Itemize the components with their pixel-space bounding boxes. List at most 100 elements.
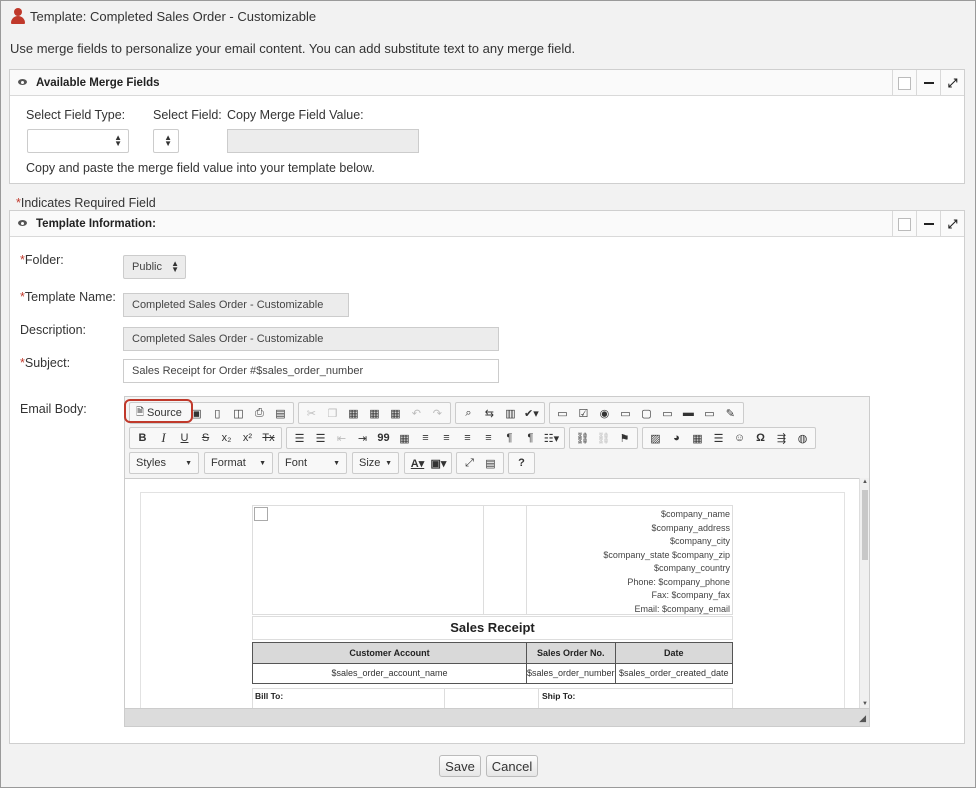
eye-icon[interactable] <box>18 220 28 227</box>
checkbox-button[interactable] <box>892 211 916 237</box>
outdent-icon[interactable]: ⇤ <box>331 428 352 448</box>
remove-format-button[interactable]: Tx <box>258 428 279 448</box>
undo-icon[interactable]: ↶ <box>406 403 427 423</box>
strike-button[interactable]: S <box>195 428 216 448</box>
table-cell: $sales_order_account_name <box>252 662 527 684</box>
smiley-icon[interactable]: ☺ <box>729 428 750 448</box>
bulleted-list-icon[interactable]: ☰ <box>310 428 331 448</box>
format-combo[interactable]: Format ▼ <box>204 452 273 474</box>
italic-button[interactable]: I <box>153 428 174 448</box>
size-combo[interactable]: Size ▼ <box>352 452 399 474</box>
save-button[interactable]: Save <box>439 755 481 777</box>
copy-value-field[interactable] <box>227 129 419 153</box>
anchor-flag-icon[interactable]: ⚑ <box>614 428 635 448</box>
select-field-icon[interactable]: ▭ <box>657 403 678 423</box>
user-icon <box>10 8 26 24</box>
print-icon[interactable]: ⎙ <box>249 403 270 423</box>
rtl-icon[interactable]: ¶ <box>520 428 541 448</box>
checkbox-icon[interactable]: ☑ <box>573 403 594 423</box>
hidden-field-icon[interactable]: ✎ <box>720 403 741 423</box>
source-highlight <box>124 399 193 423</box>
template-name-input[interactable]: Completed Sales Order - Customizable <box>123 293 349 317</box>
merge-fields-panel: Available Merge Fields ⤢ Select Field Ty… <box>9 69 965 184</box>
unlink-icon[interactable]: ⛓ <box>593 428 614 448</box>
cancel-button[interactable]: Cancel <box>486 755 538 777</box>
templates-icon[interactable]: ▤ <box>270 403 291 423</box>
justify-icon[interactable]: ≡ <box>478 428 499 448</box>
collapse-button[interactable] <box>916 211 940 237</box>
horizontal-line-icon[interactable]: ☰ <box>708 428 729 448</box>
redo-icon[interactable]: ↷ <box>427 403 448 423</box>
blockquote-button[interactable]: 99 <box>373 428 394 448</box>
radio-icon[interactable]: ◉ <box>594 403 615 423</box>
eye-icon[interactable] <box>18 79 28 86</box>
editor-content[interactable]: $company_name $company_address $company_… <box>125 478 861 708</box>
styles-combo[interactable]: Styles ▼ <box>129 452 199 474</box>
merge-fields-panel-header: Available Merge Fields ⤢ <box>10 70 964 96</box>
copy-icon[interactable]: ❐ <box>322 403 343 423</box>
select-all-icon[interactable]: ▥ <box>500 403 521 423</box>
dropdown-arrow-icon: ▼ <box>185 459 192 467</box>
folder-select[interactable]: Public ▲ ▼ <box>123 255 186 279</box>
order-table: Customer Account Sales Order No. Date $s… <box>252 642 734 684</box>
link-icon[interactable]: ⛓ <box>572 428 593 448</box>
merge-fields-title: Available Merge Fields <box>36 76 160 89</box>
show-blocks-icon[interactable]: ▤ <box>480 453 501 473</box>
template-name-label: *Template Name: <box>20 290 116 304</box>
spellcheck-icon[interactable]: ✔▾ <box>521 403 542 423</box>
preview-icon[interactable]: ◫ <box>228 403 249 423</box>
language-icon[interactable]: ☷▾ <box>541 428 562 448</box>
align-right-icon[interactable]: ≡ <box>457 428 478 448</box>
editor-scrollbar[interactable]: ▲ ▼ <box>859 478 869 708</box>
maximize-icon[interactable]: ⤢ <box>459 453 480 473</box>
textarea-icon[interactable]: ▢ <box>636 403 657 423</box>
page-break-icon[interactable]: ⇶ <box>771 428 792 448</box>
text-color-icon[interactable]: A▾ <box>407 453 428 473</box>
button-icon[interactable]: ▬ <box>678 403 699 423</box>
underline-button[interactable]: U <box>174 428 195 448</box>
field-select[interactable]: ▲ ▼ <box>153 129 179 153</box>
table-cell: $sales_order_created_date <box>614 662 734 684</box>
replace-icon[interactable]: ⇆ <box>479 403 500 423</box>
align-left-icon[interactable]: ≡ <box>415 428 436 448</box>
special-char-button[interactable]: Ω <box>750 428 771 448</box>
new-page-icon[interactable]: ▯ <box>207 403 228 423</box>
collapse-button[interactable] <box>916 70 940 96</box>
bold-button[interactable]: B <box>132 428 153 448</box>
iframe-icon[interactable]: ◍ <box>792 428 813 448</box>
subscript-button[interactable]: x₂ <box>216 428 237 448</box>
find-icon[interactable]: ⌕ <box>458 403 479 423</box>
numbered-list-icon[interactable]: ☰ <box>289 428 310 448</box>
company-line: Phone: $company_phone <box>627 576 730 587</box>
paste-word-icon[interactable]: ▦ <box>385 403 406 423</box>
table-icon[interactable]: ▦ <box>687 428 708 448</box>
expand-button[interactable]: ⤢ <box>940 70 964 96</box>
form-icon[interactable]: ▭ <box>552 403 573 423</box>
superscript-button[interactable]: x² <box>237 428 258 448</box>
description-input[interactable]: Completed Sales Order - Customizable <box>123 327 499 351</box>
help-button[interactable]: ? <box>511 453 532 473</box>
paste-icon[interactable]: ▦ <box>343 403 364 423</box>
subject-label: *Subject: <box>20 356 71 370</box>
textfield-icon[interactable]: ▭ <box>615 403 636 423</box>
cut-icon[interactable]: ✂ <box>301 403 322 423</box>
image-icon[interactable]: ▨ <box>645 428 666 448</box>
subject-input[interactable]: Sales Receipt for Order #$sales_order_nu… <box>123 359 499 383</box>
expand-button[interactable]: ⤢ <box>940 211 964 237</box>
select-arrows-icon: ▲ ▼ <box>171 259 179 274</box>
company-line: $company_state $company_zip <box>603 549 730 560</box>
scroll-thumb[interactable] <box>862 490 868 560</box>
flash-icon[interactable]: ◕ <box>666 428 687 448</box>
indent-icon[interactable]: ⇥ <box>352 428 373 448</box>
company-line: Fax: $company_fax <box>651 590 730 600</box>
align-center-icon[interactable]: ≡ <box>436 428 457 448</box>
image-button-icon[interactable]: ▭ <box>699 403 720 423</box>
checkbox-button[interactable] <box>892 70 916 96</box>
div-container-icon[interactable]: ▦ <box>394 428 415 448</box>
resize-grip-icon[interactable]: ◢ <box>859 713 866 724</box>
field-type-select[interactable]: ▲ ▼ <box>27 129 129 153</box>
font-combo[interactable]: Font ▼ <box>278 452 347 474</box>
ltr-icon[interactable]: ¶ <box>499 428 520 448</box>
paste-text-icon[interactable]: ▦ <box>364 403 385 423</box>
bg-color-icon[interactable]: ▣▾ <box>428 453 449 473</box>
